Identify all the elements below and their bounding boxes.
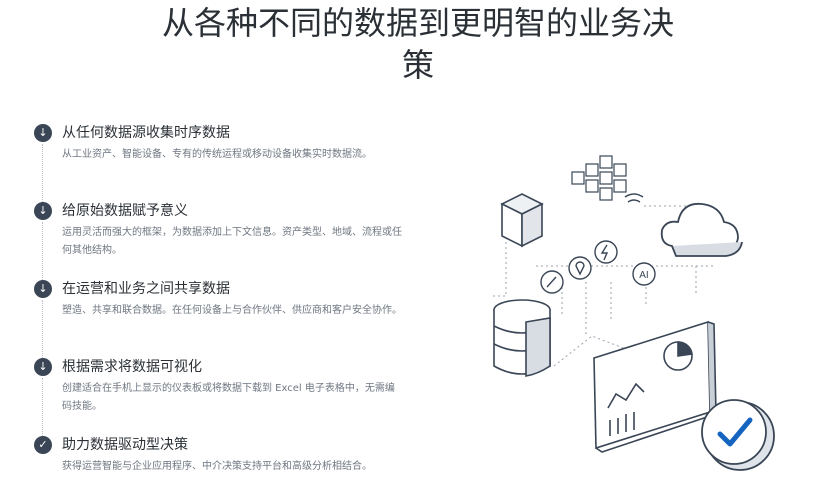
arrow-down-icon: ↓: [34, 202, 52, 220]
step-heading: 从任何数据源收集时序数据: [62, 125, 230, 141]
dashboard-screen-icon: [593, 320, 717, 453]
step-heading: 根据需求将数据可视化: [62, 359, 202, 375]
lightning-icon: [594, 240, 618, 264]
cubes-icon: [571, 155, 627, 201]
server-icon: [500, 193, 544, 248]
page-title: 从各种不同的数据到更明智的业务决 策: [0, 2, 836, 86]
arrow-down-icon: ↓: [34, 358, 52, 376]
step-description: 获得运营智能与企业应用程序、中介决策支持平台和高级分析相结合。: [62, 461, 372, 472]
step-description: 塑造、共享和联合数据。在任何设备上与合作伙伴、供应商和客户安全协作。: [62, 305, 402, 316]
step-connector: [42, 378, 44, 436]
cloud-icon: [660, 202, 743, 257]
step-connector: [42, 222, 44, 284]
ai-icon: AI: [632, 262, 656, 286]
page-title-line-2: 策: [401, 46, 434, 84]
step-connector: [42, 300, 44, 362]
step-connector: [42, 144, 44, 206]
database-icon: [493, 299, 551, 377]
step-description: 从工业资产、智能设备、专有的传统运程或移动设备收集实时数据流。: [62, 149, 372, 160]
step-heading: 助力数据驱动型决策: [62, 437, 188, 453]
checkmark-badge-icon: [701, 399, 775, 471]
ai-label: AI: [639, 270, 648, 281]
step-description: 创建适合在手机上显示的仪表板或将数据下载到 Excel 电子表格中，无需编码技能…: [62, 383, 395, 412]
step-description: 运用灵活而强大的框架，为数据添加上下文信息。资产类型、地域、流程或任何其他结构。: [62, 227, 402, 256]
tool-icon: [540, 270, 564, 294]
page-title-line-1: 从各种不同的数据到更明智的业务决: [161, 4, 674, 42]
arrow-down-icon: ↓: [34, 124, 52, 142]
location-pin-icon: [568, 256, 592, 280]
wifi-signal-icon: [624, 193, 644, 203]
arrow-down-icon: ↓: [34, 280, 52, 298]
checkmark-icon: ✓: [34, 436, 52, 454]
step-heading: 在运营和业务之间共享数据: [62, 281, 230, 297]
step-heading: 给原始数据赋予意义: [62, 203, 188, 219]
data-flow-illustration: AI: [492, 155, 775, 471]
